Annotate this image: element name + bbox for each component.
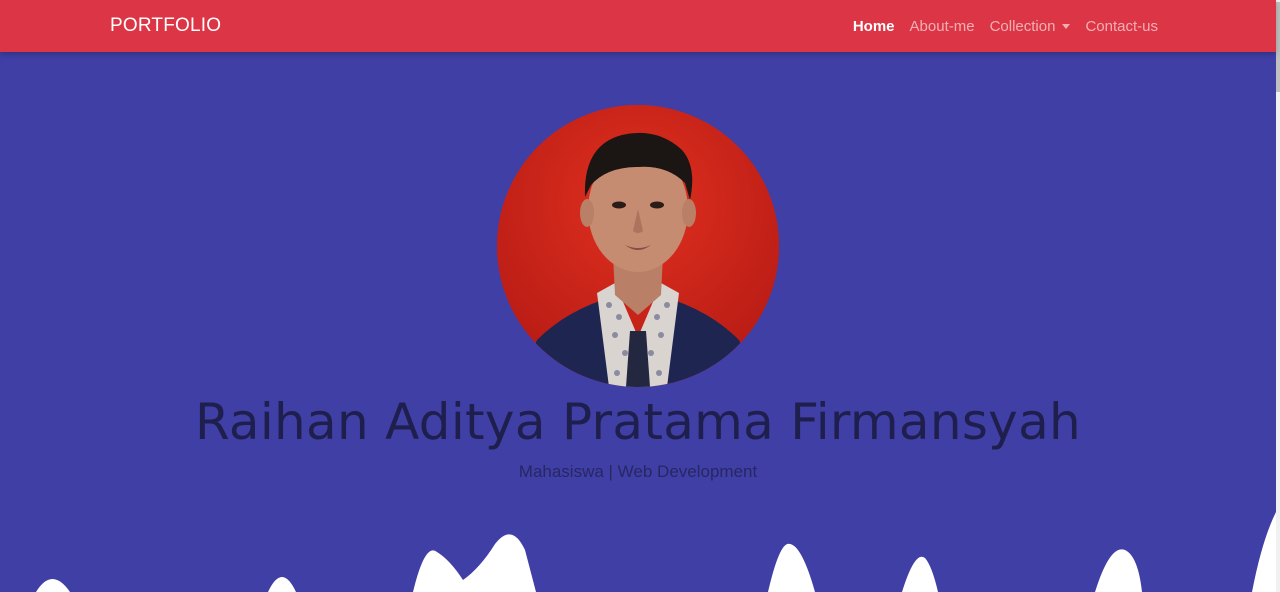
top-navbar: PORTFOLIO Home About-me Collection Conta… [0, 0, 1276, 52]
hero-section: Raihan Aditya Pratama Firmansyah Mahasis… [0, 0, 1276, 592]
nav-link-contact-us[interactable]: Contact-us [1085, 18, 1158, 35]
caret-down-icon [1062, 23, 1071, 29]
scrollbar-thumb[interactable] [1276, 2, 1280, 92]
profile-photo [497, 105, 779, 387]
nav-link-home[interactable]: Home [853, 18, 895, 35]
nav-links: Home About-me Collection Contact-us [853, 0, 1158, 52]
hero-name: Raihan Aditya Pratama Firmansyah [194, 393, 1081, 451]
brand-link[interactable]: PORTFOLIO [110, 14, 221, 38]
hero-subtitle: Mahasiswa | Web Development [518, 462, 758, 481]
nav-link-about-me[interactable]: About-me [910, 18, 975, 35]
page-scrollbar[interactable] [1276, 0, 1280, 592]
nav-dropdown-collection-label: Collection [989, 17, 1056, 35]
person-portrait-illustration [497, 105, 779, 387]
nav-dropdown-collection[interactable]: Collection [990, 18, 1071, 35]
decorative-waves [0, 512, 1276, 592]
